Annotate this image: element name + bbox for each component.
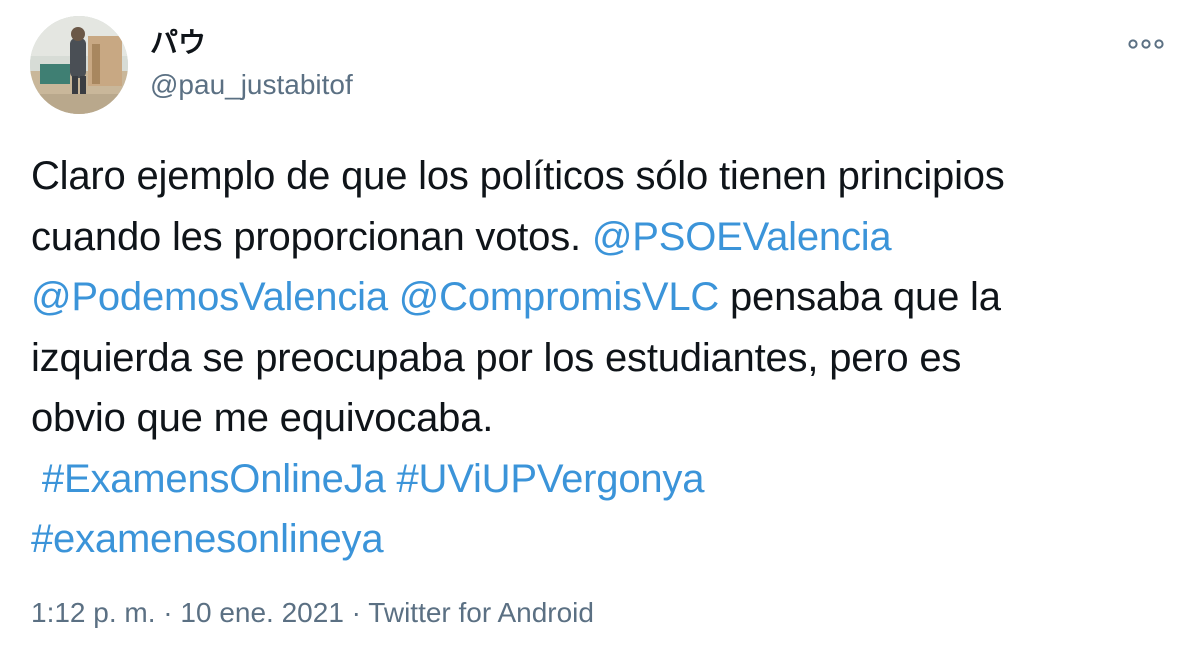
- tweet-text-segment: Claro ejemplo de que los políticos sólo …: [31, 154, 1005, 198]
- tweet-line: Claro ejemplo de que los políticos sólo …: [31, 146, 1151, 207]
- tweet-card: パウ @pau_justabitof Claro ejemplo de que …: [0, 0, 1194, 654]
- meta-separator: ·: [343, 597, 369, 628]
- avatar-photo: [30, 16, 128, 114]
- mention-podemosvalencia[interactable]: @PodemosValencia: [31, 275, 388, 319]
- tweet-text-segment: [386, 457, 397, 501]
- tweet-text: Claro ejemplo de que los políticos sólo …: [31, 146, 1151, 570]
- tweet-line: cuando les proporcionan votos. @PSOEVale…: [31, 207, 1151, 268]
- tweet-text-segment: izquierda se preocupaba por los estudian…: [31, 335, 962, 380]
- tweet-metadata: 1:12 p. m. · 10 ene. 2021 · Twitter for …: [31, 596, 594, 630]
- author-display-name[interactable]: パウ: [150, 26, 206, 60]
- tweet-date[interactable]: 10 ene. 2021: [180, 597, 344, 628]
- tweet-line: obvio que me equivocaba.: [31, 388, 1151, 449]
- avatar[interactable]: [30, 16, 128, 114]
- hashtag-examensonlineja[interactable]: #ExamensOnlineJa: [42, 457, 386, 501]
- tweet-line: @PodemosValencia @CompromisVLC pensaba q…: [31, 267, 1151, 328]
- hashtag-examenesonlineya[interactable]: #examenesonlineya: [31, 517, 384, 561]
- mention-psoevalencia[interactable]: @PSOEValencia: [592, 215, 892, 259]
- author-handle[interactable]: @pau_justabitof: [150, 68, 353, 102]
- meta-separator: ·: [155, 597, 181, 628]
- tweet-time[interactable]: 1:12 p. m.: [31, 597, 156, 628]
- tweet-text-segment: pensaba que la: [719, 275, 1001, 319]
- tweet-line: #ExamensOnlineJa #UViUPVergonya: [31, 449, 1151, 510]
- tweet-text-segment: obvio que me equivocaba.: [31, 396, 494, 440]
- tweet-text-segment: cuando les proporcionan votos.: [31, 214, 592, 259]
- tweet-line: #examenesonlineya: [31, 509, 1151, 570]
- tweet-text-segment: [31, 457, 42, 501]
- hashtag-uviupvergonya[interactable]: #UViUPVergonya: [397, 457, 705, 501]
- tweet-line: izquierda se preocupaba por los estudian…: [31, 328, 1151, 389]
- more-horizontal-icon: [1128, 39, 1164, 49]
- mention-compromisvlc[interactable]: @CompromisVLC: [399, 275, 719, 319]
- more-options-button[interactable]: [1124, 30, 1168, 58]
- tweet-source[interactable]: Twitter for Android: [368, 597, 594, 628]
- tweet-text-segment: [388, 275, 399, 319]
